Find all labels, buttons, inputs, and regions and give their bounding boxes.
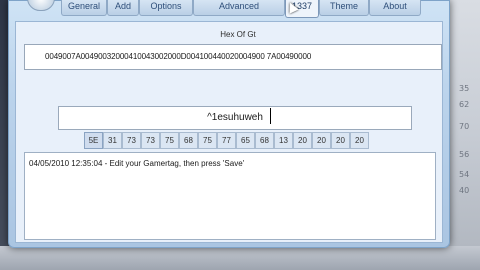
tab-theme[interactable]: Theme [319,0,369,16]
hex-byte-cell[interactable]: 13 [274,132,293,149]
hex-byte-cell[interactable]: 20 [293,132,312,149]
hex-byte-cell[interactable]: 5E [84,132,103,149]
hex-output-field[interactable]: 0049007A00490032000410043002000D00410044… [24,44,442,70]
hex-byte-cell[interactable]: 31 [103,132,122,149]
text-cursor-icon [270,108,271,124]
tab-label: Options [150,1,182,11]
app-orb-icon[interactable] [27,0,55,11]
hex-byte-cell[interactable]: 20 [331,132,350,149]
background-number: 70 [459,122,470,131]
hex-byte-cell[interactable]: 20 [312,132,331,149]
tab-options[interactable]: Options [139,0,193,16]
tab-label: Theme [329,1,358,11]
log-output-box[interactable]: 04/05/2010 12:35:04 - Edit your Gamertag… [24,152,436,240]
hex-byte-cell[interactable]: 73 [141,132,160,149]
background-number: 35 [459,84,470,93]
hex-group-title: Hex Of Gt [220,30,256,39]
hex-byte-cell[interactable]: 68 [179,132,198,149]
taskbar [0,246,480,270]
tab-general[interactable]: General [61,0,107,16]
background-window: 35 62 70 56 54 40 [446,0,480,270]
background-number: 40 [459,186,470,195]
background-number: 62 [459,100,470,109]
background-number: 56 [459,150,470,159]
log-line: 04/05/2010 12:35:04 - Edit your Gamertag… [29,159,245,168]
hex-byte-cell[interactable]: 20 [350,132,369,149]
hex-output-value: 0049007A00490032000410043002000D00410044… [45,52,312,61]
hex-byte-cell[interactable]: 73 [122,132,141,149]
tab-about[interactable]: About [369,0,421,16]
gamertag-input[interactable]: ^1esuhuweh [58,106,412,130]
hex-byte-cell[interactable]: 77 [217,132,236,149]
tab-advanced[interactable]: Advanced [193,0,285,16]
tab-add[interactable]: Add [107,0,139,16]
tab-label: General [67,1,101,11]
tab-label: Add [114,1,131,11]
tab-label: Advanced [218,1,260,11]
hex-byte-cell[interactable]: 68 [255,132,274,149]
hex-byte-cell[interactable]: 75 [198,132,217,149]
hex-byte-cell[interactable]: 65 [236,132,255,149]
background-number: 54 [459,170,470,179]
gamertag-value: ^1esuhuweh [207,112,263,123]
hex-byte-cell[interactable]: 75 [160,132,179,149]
tab-label: About [383,1,407,11]
